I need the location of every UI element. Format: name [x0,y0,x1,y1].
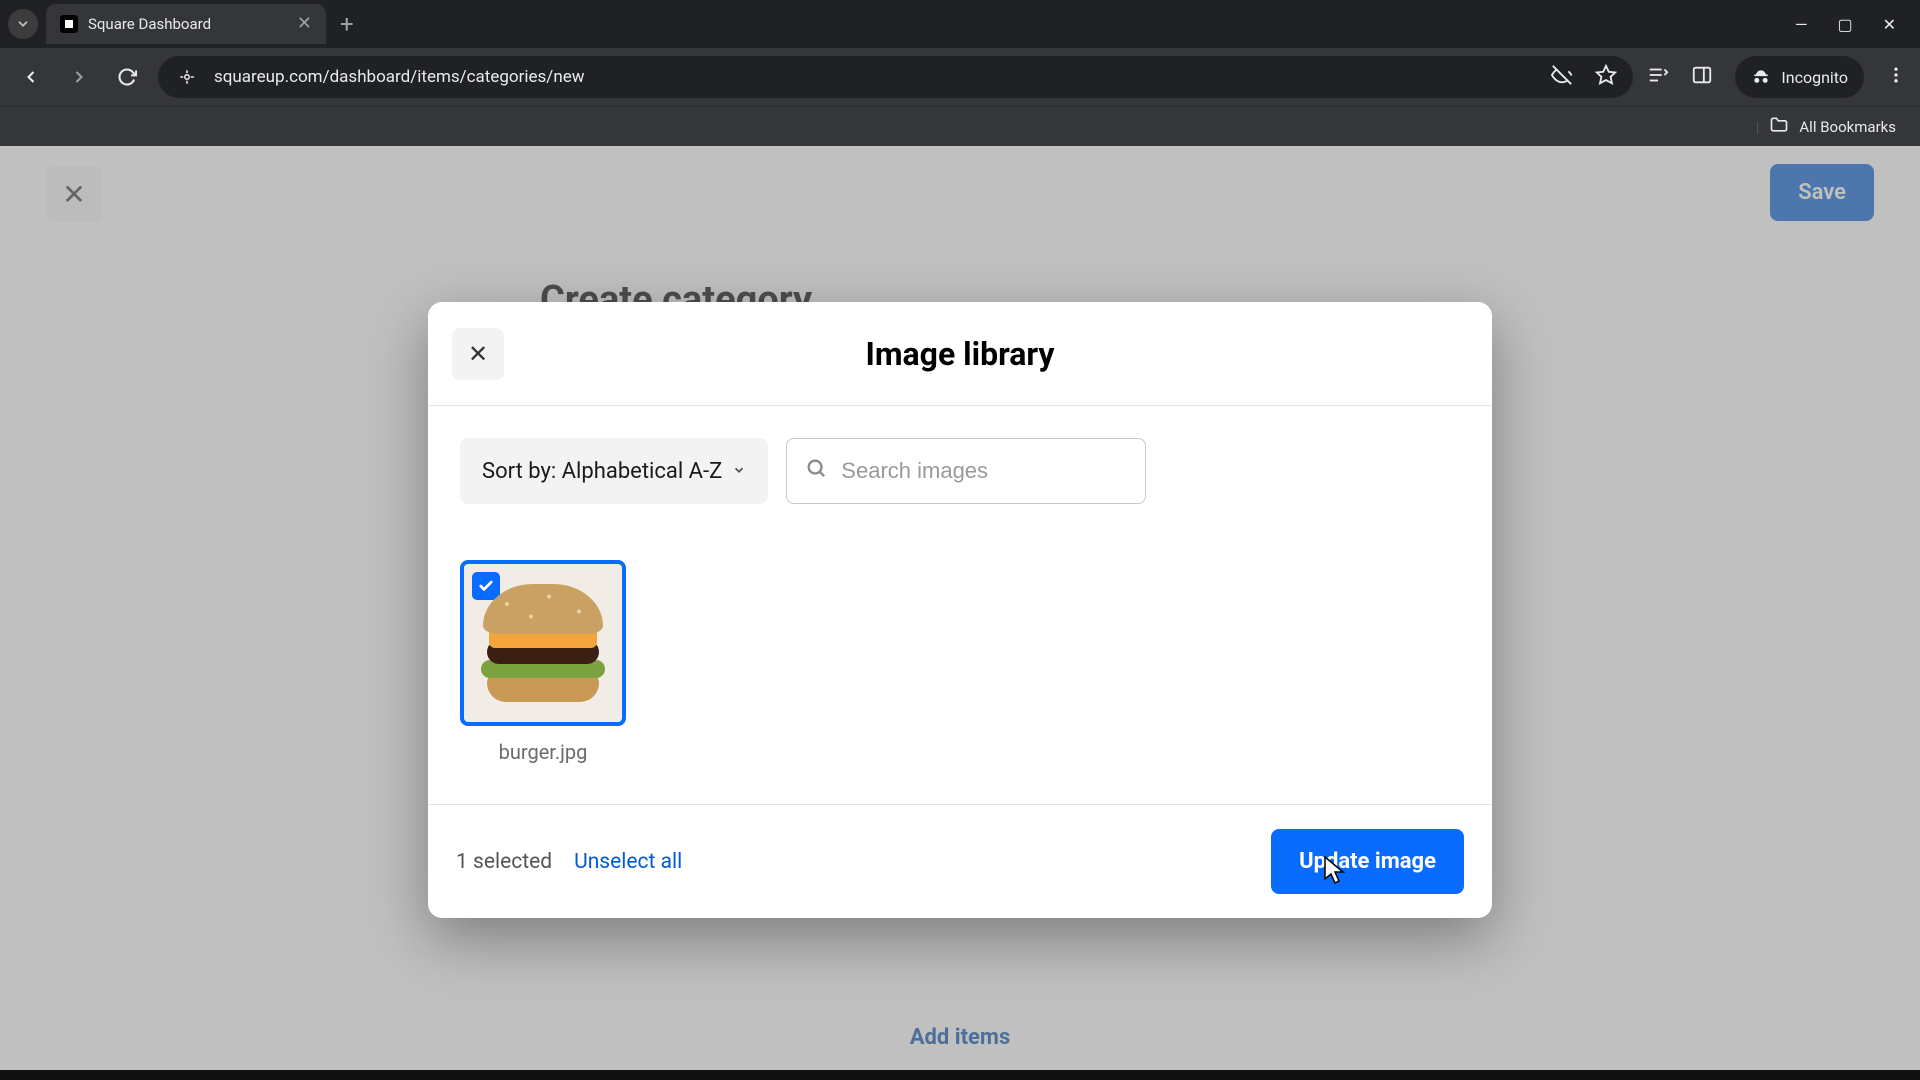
sort-dropdown[interactable]: Sort by: Alphabetical A-Z [460,438,768,504]
modal-title: Image library [865,335,1054,373]
modal-close-button[interactable]: ✕ [452,328,504,380]
reload-button[interactable] [110,60,144,94]
image-thumbnail[interactable] [460,560,626,726]
bookmark-star-icon[interactable] [1595,64,1617,91]
address-bar[interactable]: squareup.com/dashboard/items/categories/… [158,56,1633,98]
tab-favicon [60,15,78,33]
window-minimize-icon[interactable]: — [1795,15,1808,34]
burger-illustration [483,584,603,702]
browser-tab[interactable]: Square Dashboard ✕ [46,4,326,44]
sort-label: Sort by: Alphabetical A-Z [482,459,722,484]
bookmarks-bar: | All Bookmarks [0,106,1920,146]
incognito-icon [1751,67,1771,87]
modal-footer: 1 selected Unselect all Update image [428,804,1492,918]
search-icon [805,457,827,485]
all-bookmarks-button[interactable]: All Bookmarks [1799,118,1896,136]
os-taskbar [0,1070,1920,1080]
tab-search-button[interactable] [8,9,38,39]
url-text: squareup.com/dashboard/items/categories/… [214,67,1537,87]
image-item[interactable]: burger.jpg [460,560,626,764]
modal-toolbar: Sort by: Alphabetical A-Z [428,406,1492,504]
forward-button[interactable] [62,60,96,94]
back-button[interactable] [14,60,48,94]
eye-off-icon[interactable] [1551,64,1573,91]
incognito-chip[interactable]: Incognito [1735,56,1864,98]
image-grid: burger.jpg [428,504,1492,804]
tab-title: Square Dashboard [88,15,287,33]
image-filename: burger.jpg [460,740,626,764]
window-maximize-icon[interactable]: ▢ [1837,15,1852,34]
window-controls: — ▢ ✕ [1795,15,1912,34]
tab-strip: Square Dashboard ✕ + — ▢ ✕ [0,0,1920,48]
side-panel-icon[interactable] [1691,64,1713,90]
search-images-field[interactable] [786,438,1146,504]
page-viewport: ✕ Save Create category Add items ✕ Image… [0,146,1920,1080]
update-image-button[interactable]: Update image [1271,829,1464,894]
incognito-label: Incognito [1781,68,1848,87]
browser-toolbar: squareup.com/dashboard/items/categories/… [0,48,1920,106]
site-info-icon[interactable] [174,64,200,90]
selected-count: 1 selected [456,850,552,874]
unselect-all-link[interactable]: Unselect all [574,850,682,874]
update-image-label: Update image [1299,849,1436,874]
chevron-down-icon [732,462,746,481]
window-close-icon[interactable]: ✕ [1883,15,1896,34]
media-control-icon[interactable] [1647,64,1669,90]
browser-chrome: Square Dashboard ✕ + — ▢ ✕ squareup.com/… [0,0,1920,146]
folder-icon [1769,115,1789,139]
new-tab-button[interactable]: + [334,10,360,38]
search-input[interactable] [841,458,1129,484]
image-library-modal: ✕ Image library Sort by: Alphabetical A-… [428,302,1492,918]
tab-close-icon[interactable]: ✕ [297,15,312,33]
browser-menu-icon[interactable] [1886,65,1906,89]
modal-header: ✕ Image library [428,302,1492,406]
